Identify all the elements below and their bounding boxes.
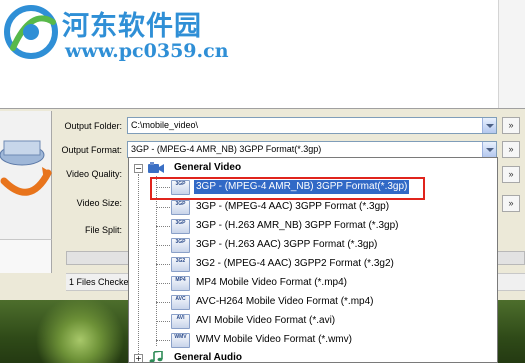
music-note-icon — [149, 351, 163, 362]
format-item-avc-h264[interactable]: AVC AVC-H264 Mobile Video Format (*.mp4) — [149, 293, 479, 312]
pc0359-logo-icon — [4, 5, 58, 59]
output-format-dropdown-button[interactable] — [482, 142, 496, 157]
output-format-value: 3GP - (MPEG-4 AMR_NB) 3GPP Format(*.3gp) — [131, 144, 322, 154]
format-dropdown-list[interactable]: − General Video 3GP 3GP - (MPEG-4 AMR_NB… — [128, 157, 498, 363]
output-format-label: Output Format: — [61, 145, 122, 155]
output-folder-label: Output Folder: — [64, 121, 122, 131]
watermark-title: 河东软件园 — [62, 11, 202, 42]
format-item-label: 3GP - (H.263 AMR_NB) 3GPP Format (*.3gp) — [196, 220, 399, 231]
format-item-label: AVI Mobile Video Format (*.avi) — [196, 315, 336, 326]
format-item-wmv[interactable]: WMV WMV Mobile Video Format (*.wmv) — [149, 331, 479, 350]
format-item-avi[interactable]: AVI AVI Mobile Video Format (*.avi) — [149, 312, 479, 331]
format-item-label: AVC-H264 Mobile Video Format (*.mp4) — [196, 296, 374, 307]
avc-file-icon: AVC — [171, 295, 190, 310]
format-item-3gp-mpeg4-amrnb[interactable]: 3GP 3GP - (MPEG-4 AMR_NB) 3GPP Format(*.… — [149, 178, 479, 197]
format-item-mp4[interactable]: MP4 MP4 Mobile Video Format (*.mp4) — [149, 274, 479, 293]
watermark-url: www.pc0359.cn — [65, 40, 229, 62]
thumbnail-footer — [0, 239, 52, 273]
format-item-3gp-h263-aac[interactable]: 3GP 3GP - (H.263 AAC) 3GPP Format (*.3gp… — [149, 236, 479, 255]
avi-file-icon: AVI — [171, 314, 190, 329]
3gp-file-icon: 3GP — [171, 238, 190, 253]
3gp-file-icon: 3GP — [171, 180, 190, 195]
general-video-expander[interactable]: − — [134, 164, 143, 173]
watermark-band: 河东软件园 www.pc0359.cn — [0, 0, 525, 108]
browse-folder-button[interactable]: » — [502, 117, 520, 134]
files-checked-status: 1 Files Checked — [69, 277, 134, 287]
general-audio-expander[interactable]: + — [134, 354, 143, 362]
output-folder-dropdown-button[interactable] — [482, 118, 496, 133]
window-edge — [498, 0, 525, 108]
file-split-label: File Split: — [84, 225, 122, 235]
output-folder-field[interactable]: C:\mobile_video\ — [127, 117, 497, 134]
3gp-file-icon: 3GP — [171, 219, 190, 234]
format-item-label: 3GP - (H.263 AAC) 3GPP Format (*.3gp) — [196, 239, 378, 250]
format-item-label: 3GP - (MPEG-4 AAC) 3GPP Format (*.3gp) — [196, 201, 390, 212]
wmv-file-icon: WMV — [171, 333, 190, 348]
format-settings-button[interactable]: » — [502, 141, 520, 158]
format-item-3gp-h263-amrnb[interactable]: 3GP 3GP - (H.263 AMR_NB) 3GPP Format (*.… — [149, 217, 479, 236]
format-item-3g2-mpeg4-aac[interactable]: 3G2 3G2 - (MPEG-4 AAC) 3GPP2 Format (*.3… — [149, 255, 479, 274]
format-item-label: WMV Mobile Video Format (*.wmv) — [196, 334, 352, 345]
video-camera-icon — [148, 162, 164, 173]
output-folder-value: C:\mobile_video\ — [131, 120, 199, 130]
video-quality-label: Video Quality: — [66, 169, 122, 179]
mp4-file-icon: MP4 — [171, 276, 190, 291]
quality-settings-button[interactable]: » — [502, 166, 520, 183]
format-item-label: MP4 Mobile Video Format (*.mp4) — [196, 277, 347, 288]
format-item-label: 3GP - (MPEG-4 AMR_NB) 3GPP Format(*.3gp) — [194, 180, 410, 194]
video-size-label: Video Size: — [76, 198, 122, 208]
3gp-file-icon: 3GP — [171, 200, 190, 215]
format-item-3gp-mpeg4-aac[interactable]: 3GP 3GP - (MPEG-4 AAC) 3GPP Format (*.3g… — [149, 198, 479, 217]
format-item-label: 3G2 - (MPEG-4 AAC) 3GPP2 Format (*.3g2) — [196, 258, 394, 269]
group-label-general-video[interactable]: General Video — [174, 162, 241, 173]
group-label-general-audio[interactable]: General Audio — [174, 352, 242, 362]
preview-thumbnail — [0, 111, 52, 239]
size-settings-button[interactable]: » — [502, 195, 520, 212]
3g2-file-icon: 3G2 — [171, 257, 190, 272]
output-format-select[interactable]: 3GP - (MPEG-4 AMR_NB) 3GPP Format(*.3gp) — [127, 141, 497, 158]
